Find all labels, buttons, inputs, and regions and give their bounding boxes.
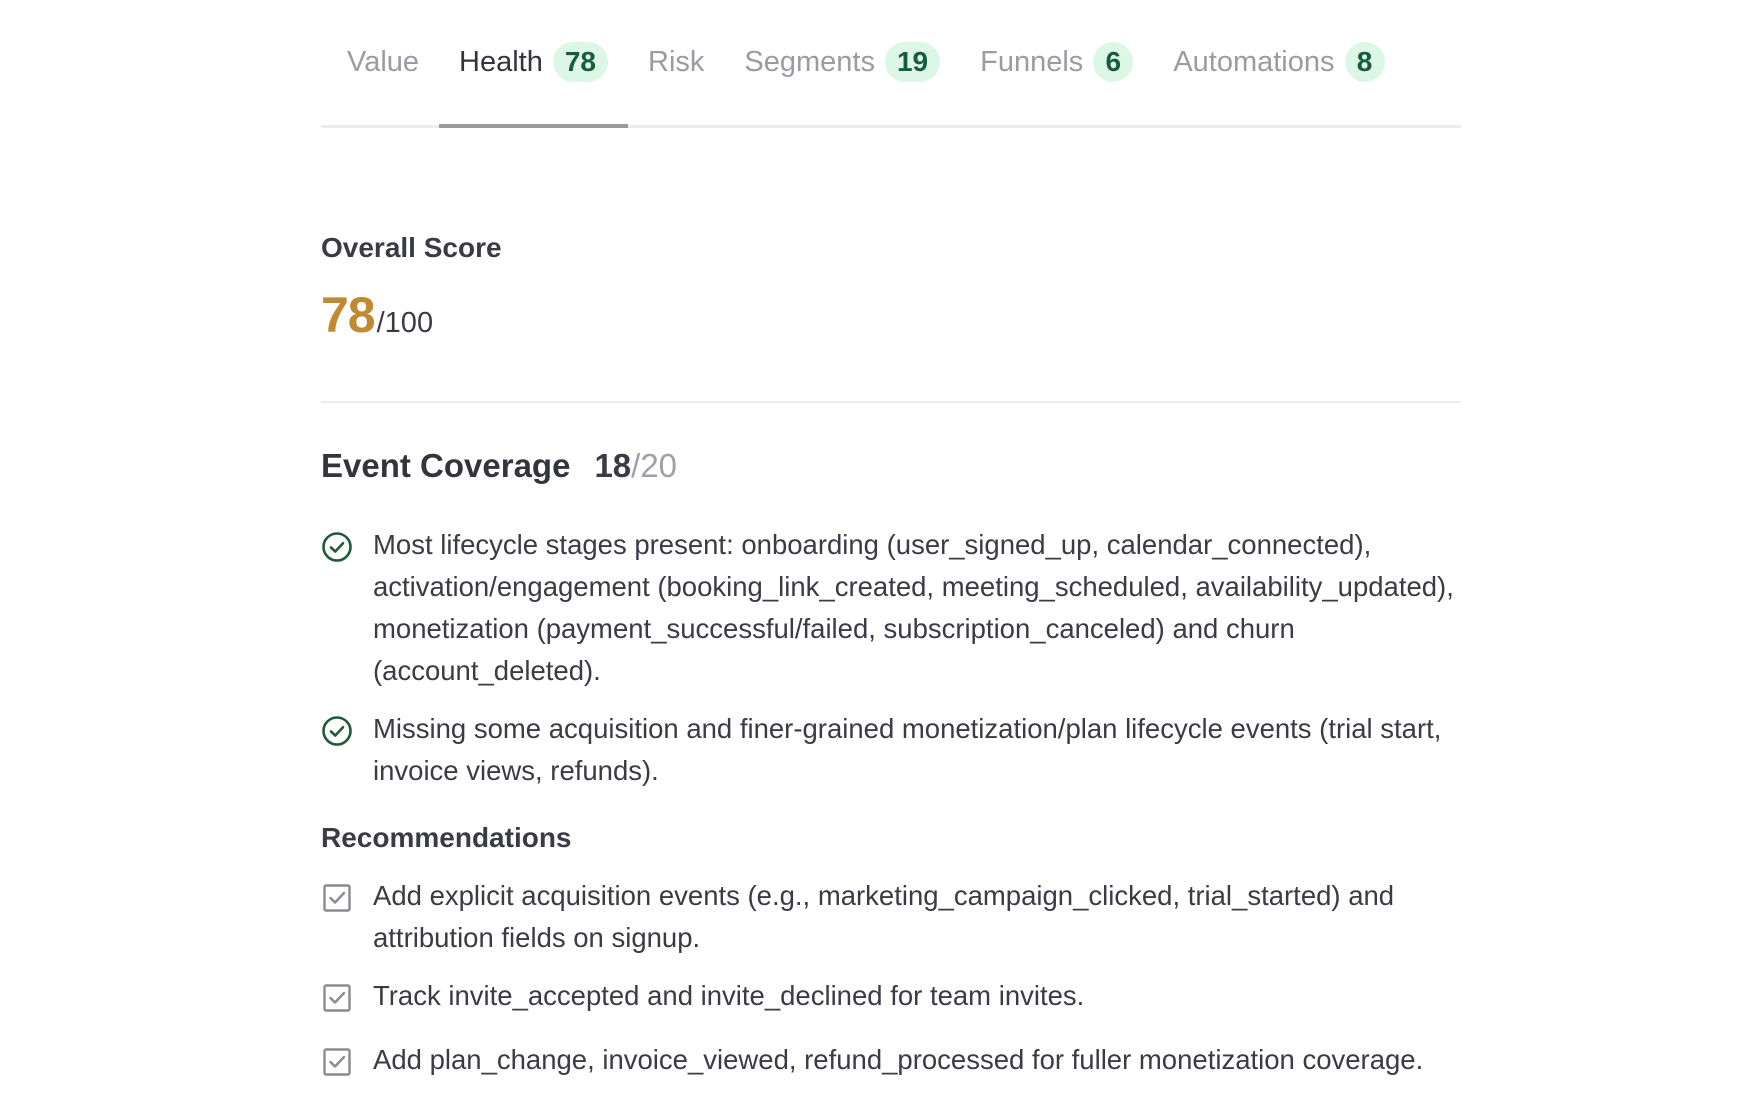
tab-count-badge: 78 (552, 42, 609, 82)
content: Value Health 78 Risk Segments 19 Funnels… (321, 0, 1461, 1076)
section-divider (321, 401, 1461, 403)
recommendation-text: Add explicit acquisition events (e.g., m… (373, 880, 1395, 953)
finding-item: Missing some acquisition and finer-grain… (321, 708, 1461, 792)
checkbox-checked-icon[interactable] (321, 975, 373, 1019)
recommendation-item[interactable]: Track invite_accepted and invite_decline… (321, 975, 1461, 1019)
event-coverage-total: /20 (631, 447, 678, 484)
page: Value Health 78 Risk Segments 19 Funnels… (0, 0, 1760, 1110)
event-coverage-score: 18 (594, 447, 632, 484)
overall-score: 78 /100 (321, 286, 1461, 344)
overall-score-value: 78 (321, 287, 376, 343)
tab-funnels[interactable]: Funnels 6 (960, 42, 1153, 128)
checkbox-checked-icon[interactable] (321, 1039, 373, 1083)
tab-count-badge: 19 (884, 42, 941, 82)
recommendation-item[interactable]: Add explicit acquisition events (e.g., m… (321, 875, 1461, 959)
tab-bar: Value Health 78 Risk Segments 19 Funnels… (321, 0, 1461, 128)
recommendation-text: Track invite_accepted and invite_decline… (373, 980, 1085, 1011)
recommendation-text: Add plan_change, invoice_viewed, refund_… (373, 1044, 1424, 1075)
check-circle-icon (321, 524, 373, 568)
tab-label: Health (459, 45, 543, 78)
tab-automations[interactable]: Automations 8 (1153, 42, 1404, 128)
recommendations-title: Recommendations (321, 822, 572, 853)
tab-value[interactable]: Value (321, 44, 439, 128)
tab-count-badge: 8 (1344, 42, 1385, 82)
tab-count-badge: 6 (1093, 42, 1134, 82)
finding-text: Missing some acquisition and finer-grain… (373, 713, 1442, 786)
overall-score-max: /100 (376, 307, 434, 339)
tab-label: Value (347, 45, 420, 78)
checkbox-checked-icon[interactable] (321, 875, 373, 919)
tab-label: Automations (1173, 45, 1335, 78)
tab-label: Segments (744, 45, 875, 78)
finding-text: Most lifecycle stages present: onboardin… (373, 529, 1454, 686)
tab-health[interactable]: Health 78 (439, 42, 629, 128)
recommendation-item[interactable]: Add plan_change, invoice_viewed, refund_… (321, 1039, 1461, 1083)
tab-label: Risk (648, 45, 705, 78)
tab-segments[interactable]: Segments 19 (724, 42, 960, 128)
overall-score-label: Overall Score (321, 232, 502, 263)
finding-item: Most lifecycle stages present: onboardin… (321, 524, 1461, 692)
tab-label: Funnels (980, 45, 1084, 78)
check-circle-icon (321, 708, 373, 752)
event-coverage-title: Event Coverage (321, 447, 571, 484)
recommendations-list: Add explicit acquisition events (e.g., m… (321, 875, 1461, 1099)
overall-score-section: Overall Score 78 /100 (321, 232, 1461, 344)
event-coverage-header: Event Coverage 18 /20 (321, 447, 677, 485)
findings-list: Most lifecycle stages present: onboardin… (321, 524, 1461, 808)
tab-risk[interactable]: Risk (628, 44, 724, 128)
